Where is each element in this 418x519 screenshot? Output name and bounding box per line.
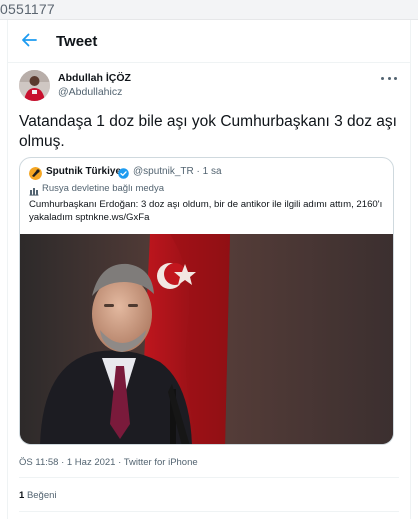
page-title: Tweet <box>56 33 98 50</box>
meta-divider <box>19 477 399 478</box>
quote-separator: · <box>196 166 200 177</box>
quoted-tweet-card[interactable]: Sputnik Türkiye @sputnik_TR · 1 sa Rusya… <box>19 157 394 445</box>
more-dot-icon <box>381 76 384 80</box>
quote-time: 1 sa <box>202 166 222 177</box>
tweet-text: Vatandaşa 1 doz bile aşı yok Cumhurbaşka… <box>19 113 397 150</box>
quote-handle-line: @sputnik_TR · 1 sa <box>133 166 222 177</box>
verified-badge-icon <box>118 166 129 179</box>
quote-author-name: Sputnik Türkiye <box>46 166 122 177</box>
more-dot-icon <box>394 76 397 80</box>
quote-text: Cumhurbaşkanı Erdoğan: 3 doz aşı oldum, … <box>29 199 383 223</box>
arrow-left-icon <box>21 33 37 52</box>
column-divider-left <box>7 20 8 519</box>
back-button[interactable] <box>18 31 40 53</box>
more-options-button[interactable] <box>381 72 397 84</box>
url-fragment: 0551177 <box>0 1 55 17</box>
likes-divider <box>19 511 399 512</box>
likes-count[interactable]: 1 Beğeni <box>19 490 57 501</box>
quote-handle: @sputnik_TR <box>133 166 194 177</box>
avatar[interactable] <box>19 70 50 101</box>
url-strip: 0551177 <box>0 0 418 20</box>
quote-avatar <box>29 167 42 180</box>
column-divider-right <box>410 20 411 519</box>
header-divider <box>8 62 410 63</box>
more-dot-icon <box>387 76 391 80</box>
likes-number: 1 <box>19 490 25 501</box>
likes-label: Beğeni <box>26 490 57 501</box>
state-media-icon <box>29 183 39 196</box>
tweet-header: Tweet <box>8 27 410 59</box>
author-name[interactable]: Abdullah İÇÖZ <box>58 72 131 84</box>
author-handle[interactable]: @Abdullahicz <box>58 86 122 98</box>
state-media-label[interactable]: Rusya devletine bağlı medya <box>42 183 164 194</box>
tweet-meta: ÖS 11:58 · 1 Haz 2021 · Twitter for iPho… <box>19 457 198 468</box>
quote-media-image[interactable] <box>20 234 393 444</box>
